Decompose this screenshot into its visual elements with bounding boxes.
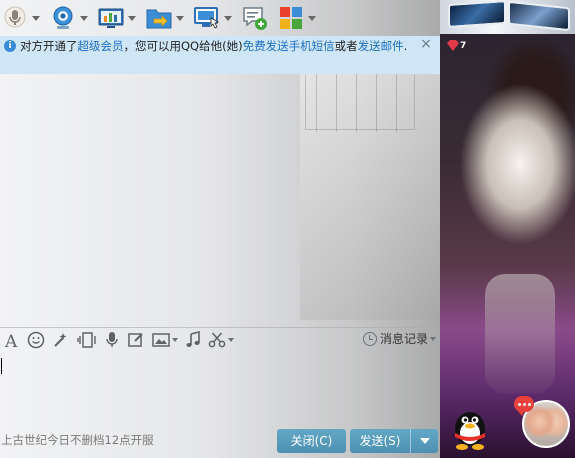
qq-penguin-icon[interactable] xyxy=(446,403,494,451)
screen-share-button[interactable] xyxy=(98,3,136,33)
info-icon: i xyxy=(4,40,16,52)
chevron-down-icon xyxy=(228,337,234,342)
screenshot-button[interactable] xyxy=(208,329,234,351)
bubble-dot xyxy=(518,403,521,406)
chevron-down-icon xyxy=(176,15,184,21)
clock-icon xyxy=(362,331,377,346)
message-history-label: 消息记录 xyxy=(379,332,428,346)
remote-desktop-button[interactable] xyxy=(194,3,232,33)
send-image-button[interactable] xyxy=(152,329,178,351)
vip-badge[interactable]: 7 xyxy=(447,40,466,51)
close-icon[interactable]: × xyxy=(420,37,432,51)
smiley-icon xyxy=(27,331,45,348)
send-button[interactable]: 发送(S) xyxy=(350,429,438,453)
text-caret xyxy=(1,358,2,374)
super-vip-link[interactable]: 超级会员 xyxy=(78,39,124,53)
right-side-panel: 7 xyxy=(440,0,575,458)
chat-bubble-icon[interactable] xyxy=(514,396,534,416)
chevron-down-icon xyxy=(224,15,232,21)
microphone-icon xyxy=(2,5,28,31)
bubble-dot xyxy=(528,403,531,406)
edit-icon xyxy=(128,332,143,347)
svg-text:A: A xyxy=(4,332,18,349)
doodle-button[interactable] xyxy=(127,329,145,351)
bubble-dot xyxy=(523,403,526,406)
background-decor-rack xyxy=(305,70,415,132)
image-icon xyxy=(152,332,170,347)
chevron-down-icon xyxy=(128,15,136,21)
notice-text: 或者 xyxy=(334,39,358,53)
app-center-button[interactable] xyxy=(278,3,316,33)
contact-show-photo xyxy=(440,34,575,458)
chevron-down-icon xyxy=(308,15,316,21)
file-transfer-icon xyxy=(146,5,172,31)
phone-image xyxy=(448,0,506,29)
scissors-icon xyxy=(208,332,226,347)
screen-share-icon xyxy=(98,5,124,31)
send-email-link[interactable]: 发送邮件 xyxy=(358,39,404,53)
diamond-icon xyxy=(447,40,459,51)
ad-banner[interactable] xyxy=(440,0,575,34)
shake-window-button[interactable] xyxy=(77,329,97,351)
input-toolbar: A 消息记录 xyxy=(0,327,440,351)
webcam-icon xyxy=(50,5,76,31)
message-history-button[interactable]: 消息记录 xyxy=(362,330,436,347)
top-toolbar xyxy=(0,0,440,36)
voice-call-button[interactable] xyxy=(2,3,40,33)
chevron-down-icon xyxy=(172,337,178,342)
phone-image xyxy=(508,0,570,32)
message-input[interactable] xyxy=(0,352,440,424)
microphone-icon xyxy=(106,331,118,347)
send-options-dropdown[interactable] xyxy=(411,429,438,453)
notice-text: ，您可以用QQ给他(她) xyxy=(123,39,243,53)
emoji-button[interactable] xyxy=(27,329,45,351)
photo-reflection xyxy=(485,274,555,394)
free-sms-link[interactable]: 免费发送手机短信 xyxy=(243,39,335,53)
voice-message-button[interactable] xyxy=(104,329,120,351)
notice-bar: i 对方开通了超级会员，您可以用QQ给他(她)免费发送手机短信或者发送邮件. × xyxy=(0,36,440,74)
launch-group-chat-button[interactable] xyxy=(242,3,268,33)
notice-text: . xyxy=(403,39,408,53)
file-transfer-button[interactable] xyxy=(146,3,184,33)
music-icon xyxy=(186,330,200,347)
font-button[interactable]: A xyxy=(4,329,20,351)
send-label: 发送(S) xyxy=(350,429,411,453)
shake-icon xyxy=(77,331,96,348)
close-button[interactable]: 关闭(C) xyxy=(277,429,346,453)
vip-level: 7 xyxy=(460,41,467,51)
add-chat-icon xyxy=(242,5,268,31)
music-button[interactable] xyxy=(185,329,201,351)
chevron-down-icon xyxy=(430,336,436,341)
font-icon: A xyxy=(4,332,18,349)
remote-desktop-icon xyxy=(194,5,220,31)
apps-icon xyxy=(278,5,304,31)
chat-window: i 对方开通了超级会员，您可以用QQ给他(她)免费发送手机短信或者发送邮件. ×… xyxy=(0,0,440,458)
video-call-button[interactable] xyxy=(50,3,88,33)
magic-expression-button[interactable] xyxy=(52,329,70,351)
ad-text-link[interactable]: 上古世纪今日不删档12点开服 xyxy=(1,432,154,448)
magic-wand-icon xyxy=(54,332,67,347)
chevron-down-icon xyxy=(80,15,88,21)
chevron-down-icon xyxy=(419,438,430,444)
notice-text: 对方开通了 xyxy=(20,39,78,53)
chevron-down-icon xyxy=(32,15,40,21)
